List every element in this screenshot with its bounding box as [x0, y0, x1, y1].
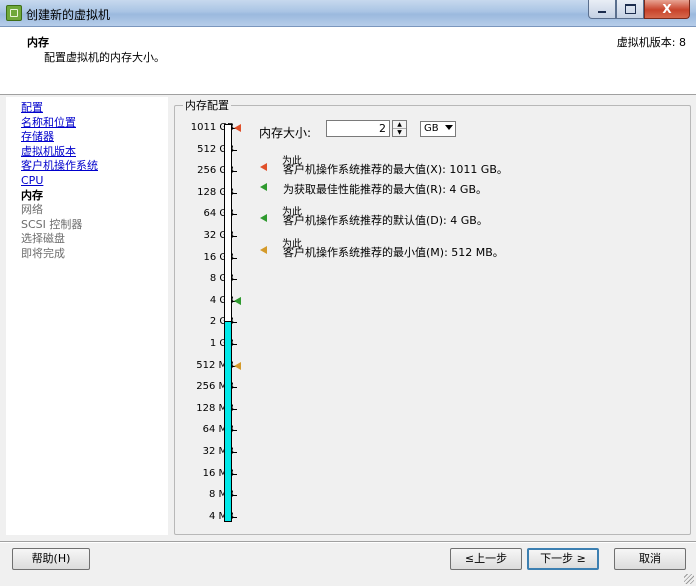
scale-tick	[232, 408, 237, 410]
scale-tick	[232, 279, 237, 281]
scale-tick	[232, 192, 237, 194]
nav-step[interactable]: CPU	[21, 174, 43, 187]
window-title: 创建新的虚拟机	[26, 8, 111, 22]
scale-tick	[232, 387, 237, 389]
spin-up-icon[interactable]: ▲	[393, 121, 406, 129]
minimize-button[interactable]	[588, 0, 616, 19]
scale-tick	[232, 257, 237, 259]
close-icon: X	[662, 2, 672, 16]
nav-step: 选择磁盘	[21, 232, 65, 246]
recommendation-marker-icon	[260, 246, 267, 254]
title-bar: 创建新的虚拟机 X	[0, 0, 696, 27]
scale-tick	[232, 171, 237, 173]
recommendation-text: 客户机操作系统推荐的默认值(D): 4 GB。	[283, 214, 488, 227]
nav-step: 内存	[21, 188, 43, 202]
memory-scale-track[interactable]	[224, 124, 232, 322]
memory-size-label: 内存大小:	[259, 126, 312, 140]
footer-divider	[0, 541, 696, 543]
nav-step: SCSI 控制器	[21, 217, 83, 231]
maximize-button[interactable]	[616, 0, 644, 19]
scale-tick	[232, 430, 237, 432]
resize-grip-icon[interactable]	[684, 574, 694, 584]
page-title: 内存	[27, 36, 49, 49]
maximize-icon	[624, 4, 636, 14]
help-button[interactable]: 帮助(H)	[12, 548, 90, 570]
scale-tick	[232, 495, 237, 497]
scale-tick	[232, 149, 237, 151]
scale-tick	[232, 236, 237, 237]
scale-marker-icon	[234, 361, 241, 370]
window-controls: X	[588, 0, 690, 20]
nav-step[interactable]: 名称和位置	[21, 116, 76, 129]
app-icon	[6, 5, 22, 21]
scale-marker-icon	[234, 296, 241, 305]
wizard-header: 内存 配置虚拟机的内存大小。 虚拟机版本: 8	[0, 27, 696, 95]
nav-step: 网络	[21, 203, 43, 217]
scale-tick	[232, 516, 237, 518]
memory-unit-select[interactable]: GB	[420, 121, 456, 137]
scale-tick	[232, 214, 237, 216]
recommendation-marker-icon	[260, 163, 267, 171]
scale-tick	[232, 452, 237, 453]
recommendation-marker-icon	[260, 214, 267, 222]
scale-tick	[232, 322, 237, 324]
recommendation-text: 为获取最佳性能推荐的最大值(R): 4 GB。	[283, 183, 487, 196]
scale-tick	[232, 473, 237, 475]
memory-unit-value: GB	[424, 123, 439, 134]
scale-marker-icon	[234, 124, 241, 132]
memory-scale-fill[interactable]	[224, 321, 232, 522]
nav-step: 即将完成	[21, 247, 65, 260]
nav-step[interactable]: 配置	[21, 101, 43, 114]
next-button[interactable]: 下一步 ≥	[527, 548, 599, 570]
scale-tick	[232, 344, 237, 345]
recommendation-text: 客户机操作系统推荐的最小值(M): 512 MB。	[283, 246, 504, 259]
memory-config-title: 内存配置	[183, 97, 231, 113]
page-description: 配置虚拟机的内存大小。	[44, 51, 165, 64]
nav-step[interactable]: 虚拟机版本	[21, 145, 76, 158]
cancel-button[interactable]: 取消	[614, 548, 686, 570]
recommendation-marker-icon	[260, 183, 267, 191]
spin-down-icon[interactable]: ▼	[393, 129, 406, 136]
nav-step[interactable]: 存储器	[21, 130, 54, 143]
minimize-icon	[598, 11, 606, 13]
vm-version: 虚拟机版本: 8	[616, 36, 686, 49]
memory-size-spinner[interactable]: ▲ ▼	[392, 120, 407, 137]
back-button[interactable]: ≤上一步	[450, 548, 522, 570]
close-button[interactable]: X	[644, 0, 690, 19]
memory-size-input[interactable]: 2	[326, 120, 390, 137]
chevron-down-icon	[445, 125, 453, 130]
recommendation-text: 客户机操作系统推荐的最大值(X): 1011 GB。	[283, 163, 508, 176]
nav-step[interactable]: 客户机操作系统	[21, 159, 98, 172]
